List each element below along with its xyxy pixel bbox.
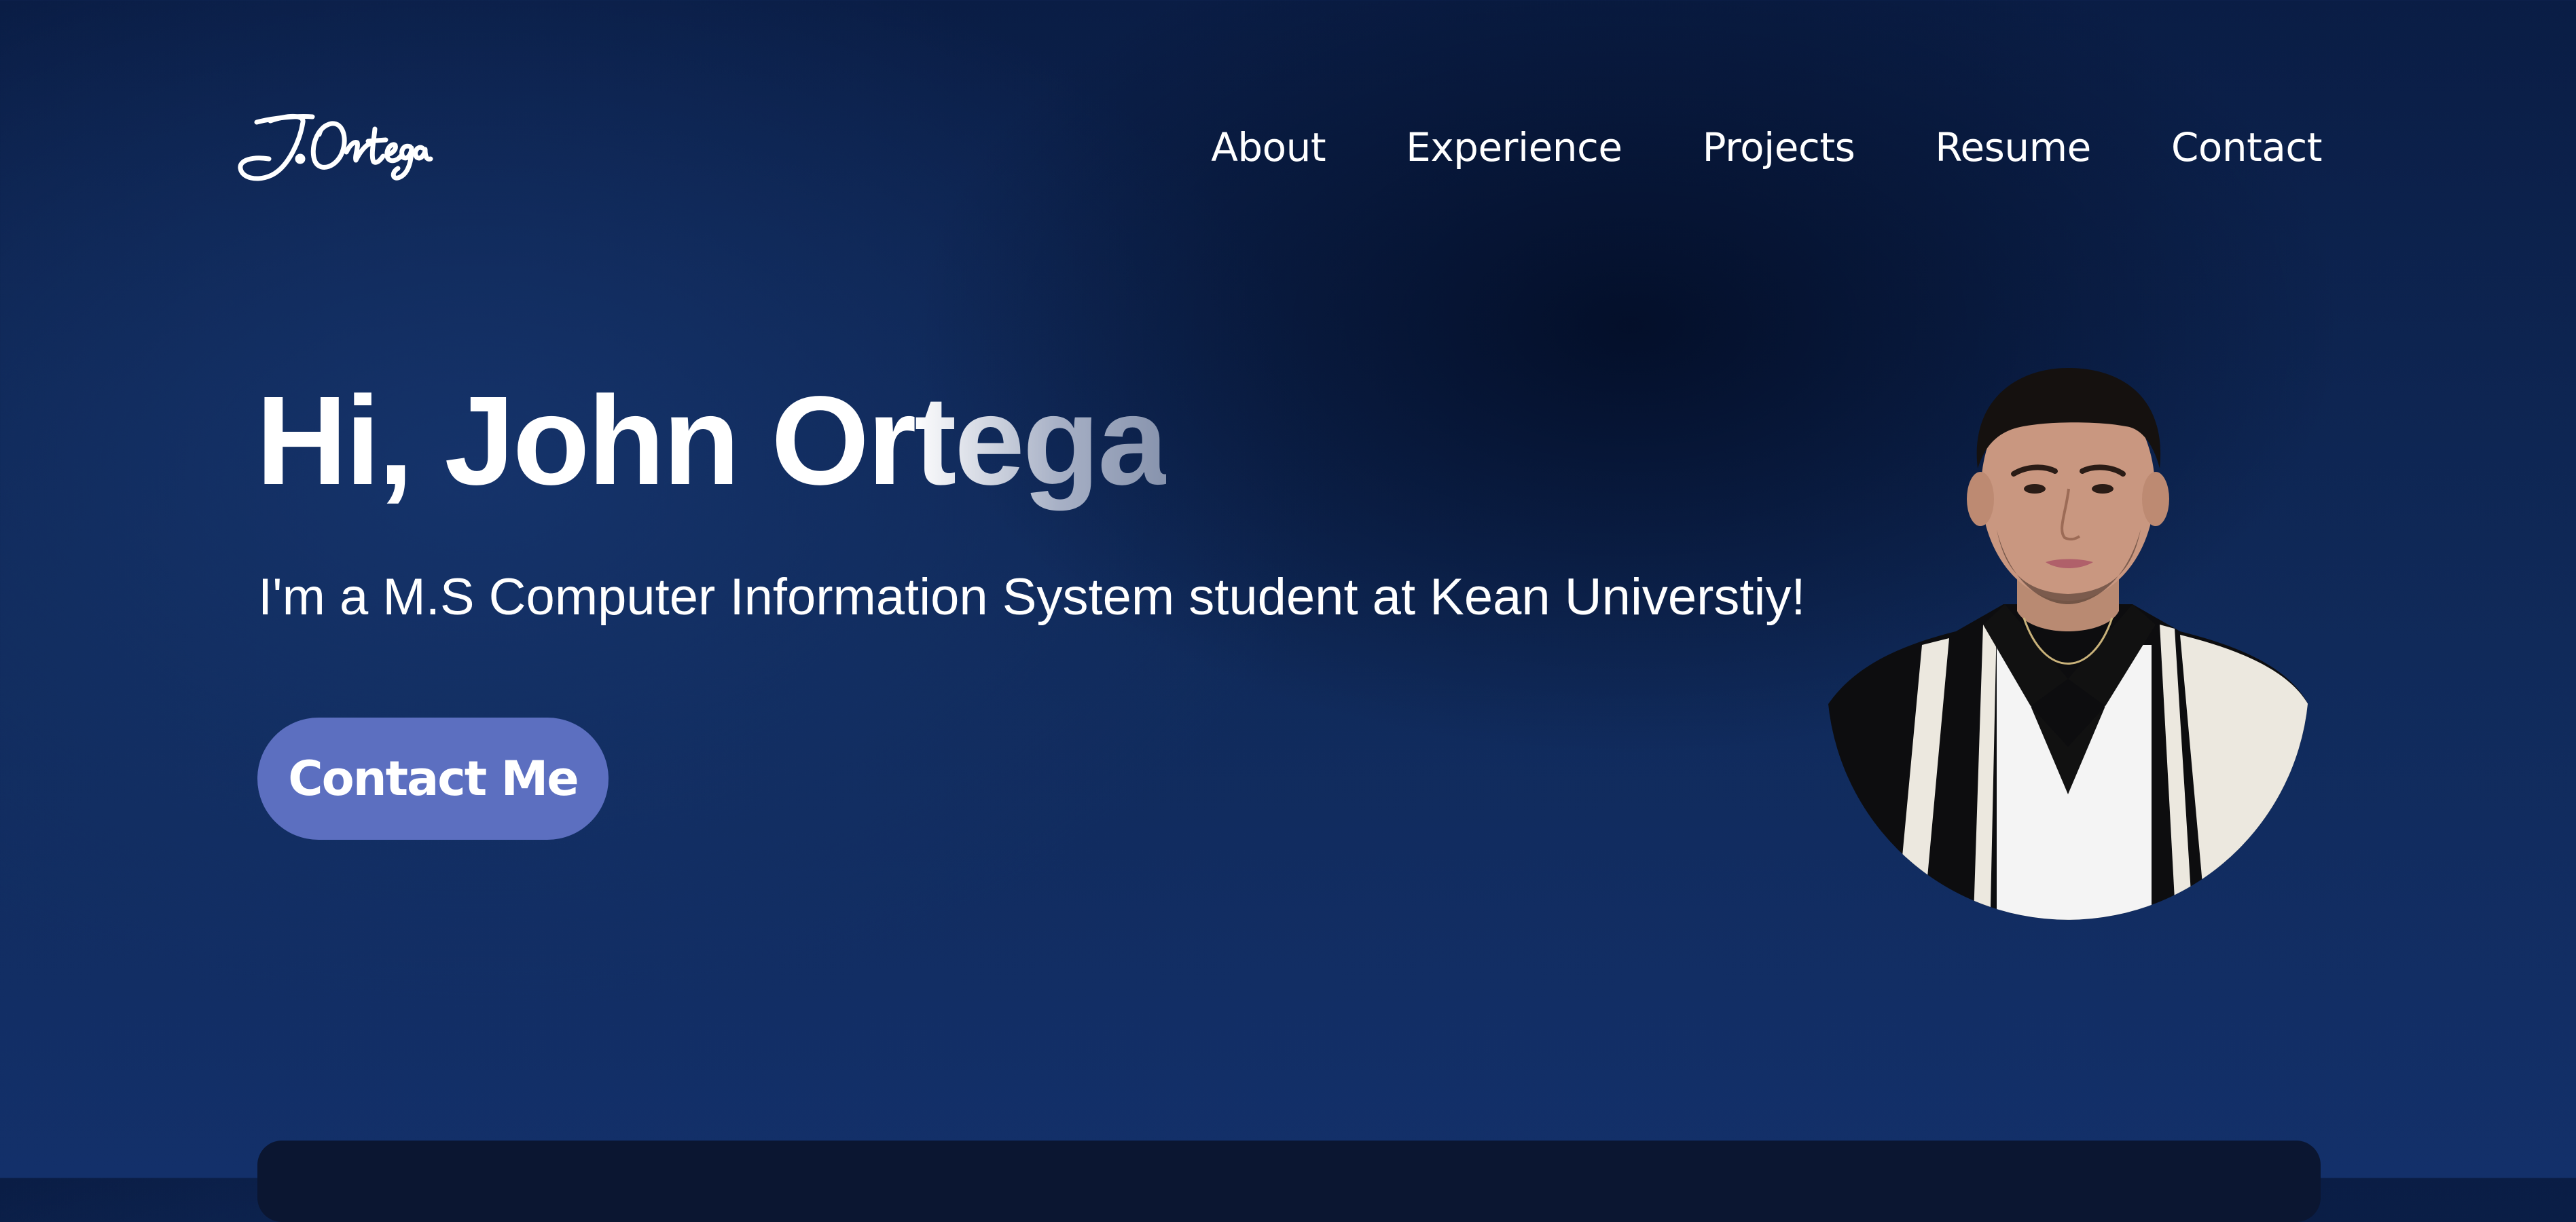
hero-subtitle: I'm a M.S Computer Information System st… — [258, 568, 1806, 626]
hero-title: Hi, John Ortega — [256, 367, 1168, 516]
signature-logo-icon — [238, 113, 433, 181]
nav-link-contact[interactable]: Contact — [2171, 124, 2323, 170]
primary-nav: About Experience Projects Resume Contact — [1211, 124, 2322, 170]
nav-link-resume[interactable]: Resume — [1935, 124, 2091, 170]
site-header: About Experience Projects Resume Contact — [0, 0, 2576, 306]
contact-me-button[interactable]: Contact Me — [257, 718, 609, 840]
profile-portrait-icon — [1827, 367, 2309, 920]
nav-link-about[interactable]: About — [1211, 124, 1326, 170]
nav-link-projects[interactable]: Projects — [1703, 124, 1855, 170]
section-card — [257, 1141, 2321, 1222]
nav-link-experience[interactable]: Experience — [1406, 124, 1622, 170]
profile-photo — [1827, 326, 2309, 937]
logo[interactable] — [230, 102, 433, 190]
